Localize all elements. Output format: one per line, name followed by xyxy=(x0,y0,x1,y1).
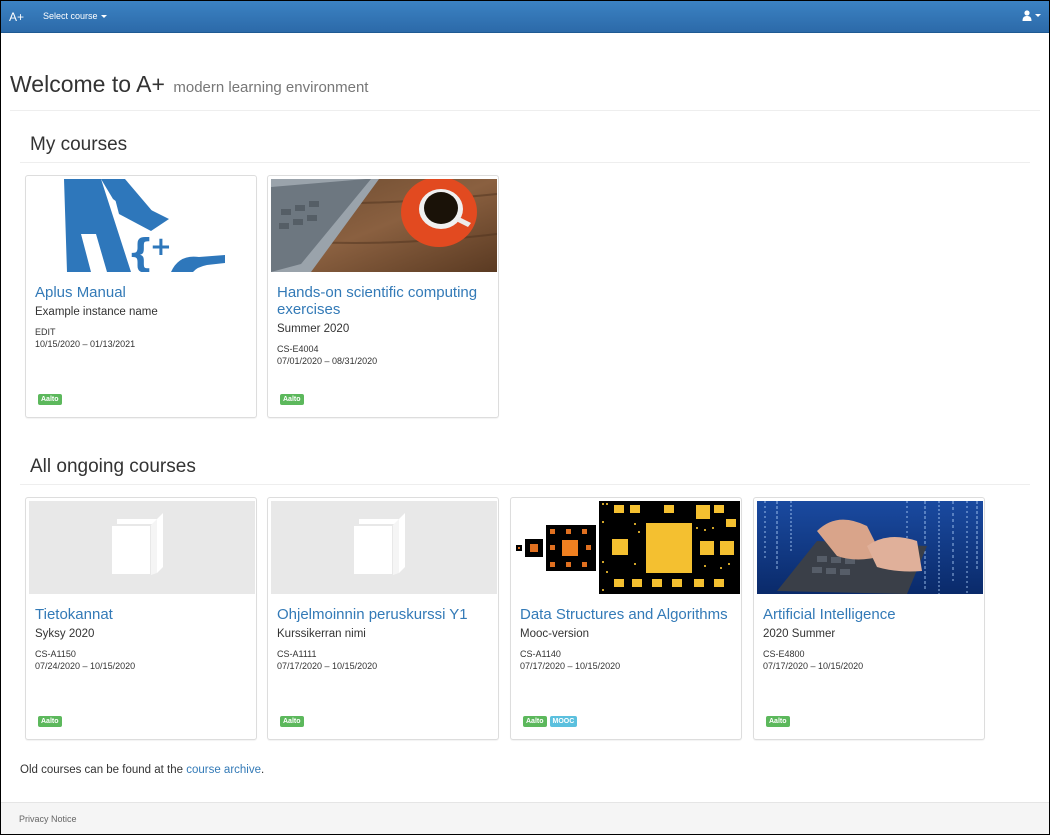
badge-list: Aalto xyxy=(766,716,790,727)
badge-aalto: Aalto xyxy=(38,716,62,727)
badge-mooc: MOOC xyxy=(549,716,578,727)
badge-aalto: Aalto xyxy=(38,394,62,405)
course-code: CS-A1150 xyxy=(35,649,76,659)
course-code: CS-A1140 xyxy=(520,649,561,659)
book-icon xyxy=(29,501,255,594)
page-footer: Privacy Notice xyxy=(1,802,1049,834)
aplus-logo-image: { + xyxy=(29,179,255,272)
laptop-coffee-image xyxy=(271,179,497,272)
user-icon xyxy=(1022,10,1032,21)
archive-suffix: . xyxy=(261,764,265,776)
badge-list: Aalto MOOC xyxy=(523,716,578,727)
course-dates: 10/15/2020 – 01/13/2021 xyxy=(35,339,136,349)
badge-aalto: Aalto xyxy=(523,716,547,727)
course-title-link[interactable]: Hands-on scientific computing exercises xyxy=(277,284,490,318)
my-courses-heading: My courses xyxy=(20,134,1030,163)
badge-list: Aalto xyxy=(38,394,62,405)
course-instance: Kurssikerran nimi xyxy=(277,628,366,640)
course-title-link[interactable]: Tietokannat xyxy=(35,606,248,623)
course-code: CS-E4004 xyxy=(277,344,319,354)
book-placeholder-image xyxy=(29,501,255,594)
select-course-label: Select course xyxy=(43,11,98,21)
privacy-notice-link[interactable]: Privacy Notice xyxy=(19,814,77,824)
chevron-down-icon xyxy=(1035,14,1041,17)
archive-prefix: Old courses can be found at the xyxy=(20,764,187,776)
course-instance: Example instance name xyxy=(35,306,158,318)
course-instance: Summer 2020 xyxy=(277,323,350,335)
brand-link[interactable]: A+ xyxy=(9,10,24,24)
course-instance: 2020 Summer xyxy=(763,628,836,640)
book-icon xyxy=(271,501,497,594)
page-subtitle: modern learning environment xyxy=(173,79,369,96)
course-card-artificial-intelligence[interactable]: Artificial Intelligence 2020 Summer CS-E… xyxy=(753,497,985,740)
page-title: Welcome to A+ xyxy=(10,71,165,97)
course-title-link[interactable]: Artificial Intelligence xyxy=(763,606,976,623)
fractal-image xyxy=(514,501,740,594)
badge-list: Aalto xyxy=(280,716,304,727)
course-dates: 07/17/2020 – 10/15/2020 xyxy=(277,661,378,671)
course-instance: Syksy 2020 xyxy=(35,628,95,640)
course-card-tietokannat[interactable]: Tietokannat Syksy 2020 CS-A1150 07/24/20… xyxy=(25,497,257,740)
course-title-link[interactable]: Ohjelmoinnin peruskurssi Y1 xyxy=(277,606,490,623)
course-title-link[interactable]: Aplus Manual xyxy=(35,284,248,301)
badge-list: Aalto xyxy=(280,394,304,405)
course-dates: 07/17/2020 – 10/15/2020 xyxy=(520,661,621,671)
course-code: CS-A1111 xyxy=(277,649,317,659)
badge-aalto: Aalto xyxy=(766,716,790,727)
badge-aalto: Aalto xyxy=(280,394,304,405)
course-instance: Mooc-version xyxy=(520,628,590,640)
ongoing-courses-heading: All ongoing courses xyxy=(20,456,1030,485)
archive-notice: Old courses can be found at the course a… xyxy=(20,764,264,776)
badge-aalto: Aalto xyxy=(280,716,304,727)
svg-text:+: + xyxy=(150,232,172,262)
course-code: EDIT xyxy=(35,327,56,337)
course-card-aplus-manual[interactable]: { + Aplus Manual Example instance name E… xyxy=(25,175,257,418)
course-card-scientific-computing[interactable]: Hands-on scientific computing exercises … xyxy=(267,175,499,418)
page-header: Welcome to A+ modern learning environmen… xyxy=(10,71,1040,111)
badge-list: Aalto xyxy=(38,716,62,727)
course-dates: 07/01/2020 – 08/31/2020 xyxy=(277,356,378,366)
course-archive-link[interactable]: course archive xyxy=(186,764,261,776)
course-card-ohjelmoinnin-peruskurssi[interactable]: Ohjelmoinnin peruskurssi Y1 Kurssikerran… xyxy=(267,497,499,740)
keyboard-code-image xyxy=(757,501,983,594)
course-card-data-structures[interactable]: Data Structures and Algorithms Mooc-vers… xyxy=(510,497,742,740)
course-dates: 07/17/2020 – 10/15/2020 xyxy=(763,661,864,671)
course-title-link[interactable]: Data Structures and Algorithms xyxy=(520,606,733,623)
chevron-down-icon xyxy=(100,15,107,19)
course-dates: 07/24/2020 – 10/15/2020 xyxy=(35,661,136,671)
course-code: CS-E4800 xyxy=(763,649,805,659)
user-menu-dropdown[interactable] xyxy=(1022,10,1041,21)
book-placeholder-image xyxy=(271,501,497,594)
top-navbar: A+ Select course xyxy=(0,0,1050,33)
select-course-dropdown[interactable]: Select course xyxy=(43,11,107,21)
